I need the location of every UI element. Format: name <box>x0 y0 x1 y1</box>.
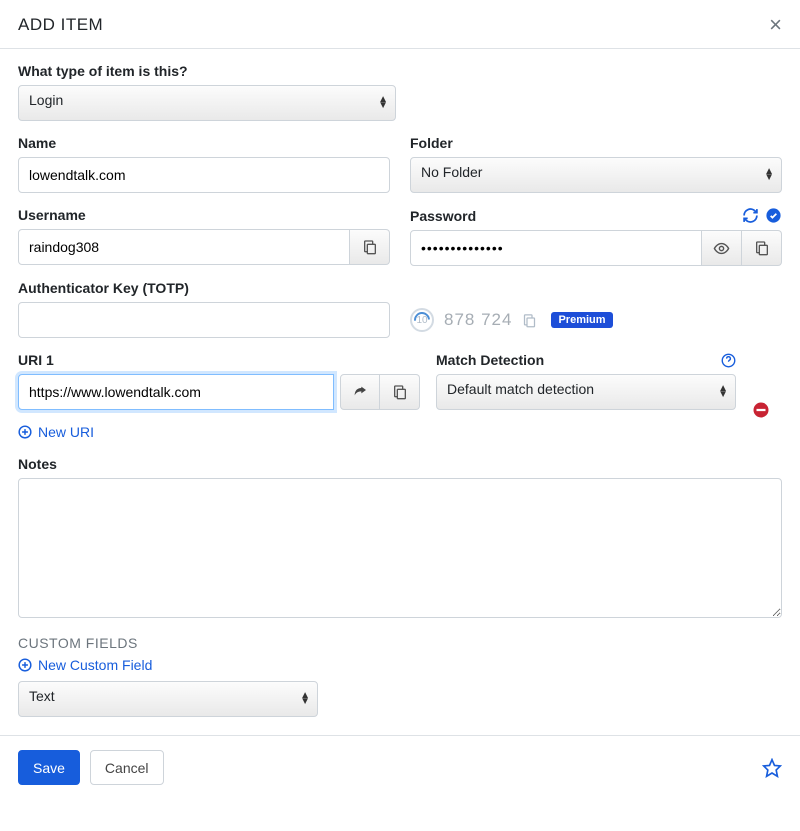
add-custom-field-group: New Custom Field <box>18 657 782 675</box>
premium-badge: Premium <box>551 312 612 328</box>
modal-title: ADD ITEM <box>18 15 103 35</box>
match-detection-help-button[interactable] <box>721 353 736 368</box>
password-label: Password <box>410 208 476 224</box>
toggle-password-visibility-button[interactable] <box>702 230 742 266</box>
copy-icon <box>754 240 770 256</box>
share-icon <box>352 384 368 400</box>
save-button[interactable]: Save <box>18 750 80 785</box>
add-uri-group: New URI <box>18 424 782 442</box>
custom-fields-title: CUSTOM FIELDS <box>18 635 782 651</box>
totp-group: Authenticator Key (TOTP) <box>18 280 390 338</box>
modal-body: What type of item is this? Login ▲▼ Name… <box>0 49 800 735</box>
copy-password-button[interactable] <box>742 230 782 266</box>
custom-field-type-select[interactable]: Text <box>18 681 318 717</box>
uri-input[interactable] <box>18 374 334 410</box>
refresh-icon <box>742 207 759 224</box>
copy-username-button[interactable] <box>350 229 390 265</box>
item-type-group: What type of item is this? Login ▲▼ <box>18 63 782 121</box>
close-button[interactable]: × <box>769 14 782 36</box>
add-uri-button[interactable]: New URI <box>18 424 94 440</box>
launch-uri-button[interactable] <box>340 374 380 410</box>
cancel-button[interactable]: Cancel <box>90 750 164 785</box>
plus-circle-icon <box>18 658 32 672</box>
generate-password-button[interactable] <box>742 207 759 224</box>
username-input[interactable] <box>18 229 350 265</box>
match-detection-group: Match Detection Default match detection … <box>436 352 736 410</box>
custom-field-type-wrap: Text ▲▼ <box>18 681 318 717</box>
copy-icon <box>392 384 408 400</box>
match-detection-select[interactable]: Default match detection <box>436 374 736 410</box>
name-label: Name <box>18 135 390 151</box>
copy-totp-button[interactable] <box>522 313 537 328</box>
modal-header: ADD ITEM × <box>0 0 800 49</box>
item-type-label: What type of item is this? <box>18 63 782 79</box>
username-label: Username <box>18 207 390 223</box>
add-custom-field-button[interactable]: New Custom Field <box>18 657 152 673</box>
folder-group: Folder No Folder ▲▼ <box>410 135 782 193</box>
uri-label: URI 1 <box>18 352 420 368</box>
remove-uri-wrap <box>752 352 782 424</box>
star-icon <box>762 758 782 778</box>
eye-icon <box>713 240 730 257</box>
totp-countdown-icon: 10 <box>410 308 434 332</box>
item-type-select[interactable]: Login <box>18 85 396 121</box>
remove-uri-button[interactable] <box>752 401 770 419</box>
match-detection-label: Match Detection <box>436 352 544 368</box>
uri-group: URI 1 <box>18 352 420 410</box>
totp-code: 878 724 <box>444 310 512 330</box>
plus-circle-icon <box>18 425 32 439</box>
totp-input[interactable] <box>18 302 390 338</box>
help-circle-icon <box>721 353 736 368</box>
name-folder-row: Name Folder No Folder ▲▼ <box>18 135 782 207</box>
notes-textarea[interactable] <box>18 478 782 618</box>
add-custom-field-label: New Custom Field <box>38 657 152 673</box>
modal-footer: Save Cancel <box>0 735 800 799</box>
copy-icon <box>362 239 378 255</box>
add-uri-label: New URI <box>38 424 94 440</box>
minus-circle-icon <box>752 401 770 419</box>
username-group: Username <box>18 207 390 266</box>
totp-row: Authenticator Key (TOTP) 10 878 724 Prem… <box>18 280 782 352</box>
name-group: Name <box>18 135 390 193</box>
folder-label: Folder <box>410 135 782 151</box>
copy-uri-button[interactable] <box>380 374 420 410</box>
uri-row: URI 1 Match Detection Default match dete… <box>18 352 782 424</box>
totp-label: Authenticator Key (TOTP) <box>18 280 390 296</box>
credentials-row: Username Password <box>18 207 782 280</box>
notes-group: Notes <box>18 456 782 621</box>
password-input[interactable] <box>410 230 702 266</box>
name-input[interactable] <box>18 157 390 193</box>
check-circle-icon <box>765 207 782 224</box>
check-password-button[interactable] <box>765 207 782 224</box>
totp-display-group: 10 878 724 Premium <box>410 280 782 338</box>
folder-select[interactable]: No Folder <box>410 157 782 193</box>
copy-icon <box>522 313 537 328</box>
password-group: Password <box>410 207 782 266</box>
notes-label: Notes <box>18 456 782 472</box>
favorite-button[interactable] <box>762 758 782 778</box>
